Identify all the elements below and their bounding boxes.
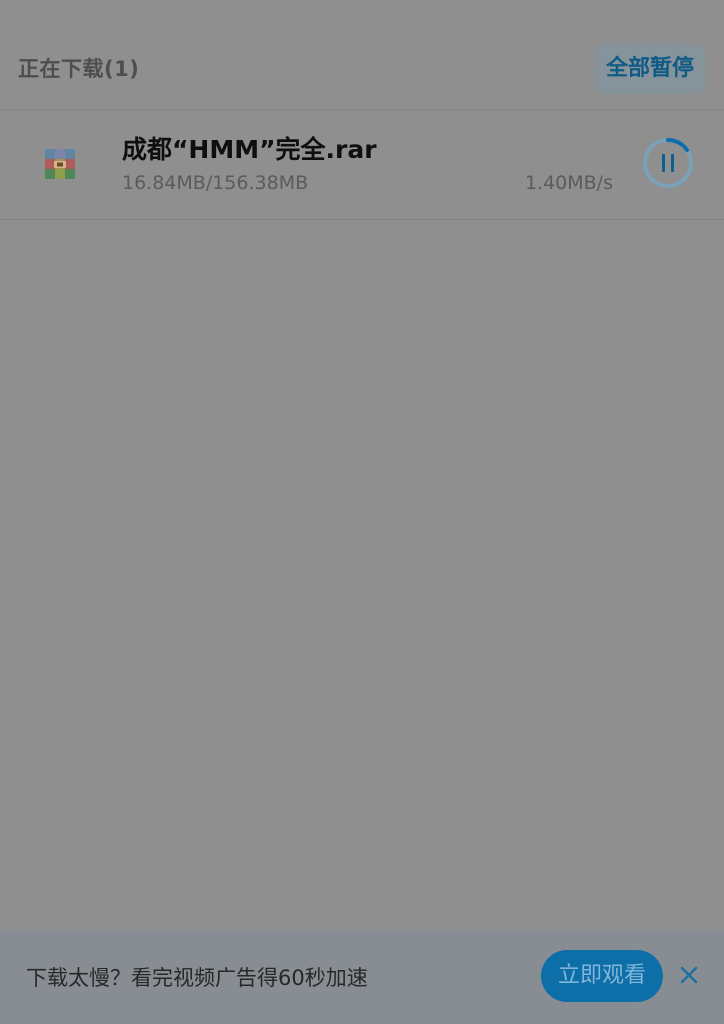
file-name: 成都“HMM”完全.rar [122,135,377,164]
section-title: 正在下载(1) [18,57,140,81]
top-bar-cutoff [0,0,724,12]
file-size-progress: 16.84MB/156.38MB [122,172,309,194]
speedup-ad-banner: 下载太慢？看完视频广告得60秒加速 立即观看 [0,930,724,1024]
pause-all-button[interactable]: 全部暂停 [594,44,706,94]
archive-file-icon [45,149,75,179]
watch-ad-button[interactable]: 立即观看 [541,950,663,1002]
pause-download-button[interactable] [642,137,694,189]
pause-icon [662,154,674,172]
close-icon[interactable] [679,965,699,985]
download-manager-screen: 正在下载(1) 全部暂停 成都“HMM”完全.rar 16.84MB/156.3… [0,0,724,1024]
download-item-row[interactable]: 成都“HMM”完全.rar 16.84MB/156.38MB 1.40MB/s [0,110,724,220]
speedup-ad-text: 下载太慢？看完视频广告得60秒加速 [26,966,368,990]
download-speed: 1.40MB/s [524,172,613,194]
downloading-section-header: 正在下载(1) 全部暂停 [0,40,724,110]
